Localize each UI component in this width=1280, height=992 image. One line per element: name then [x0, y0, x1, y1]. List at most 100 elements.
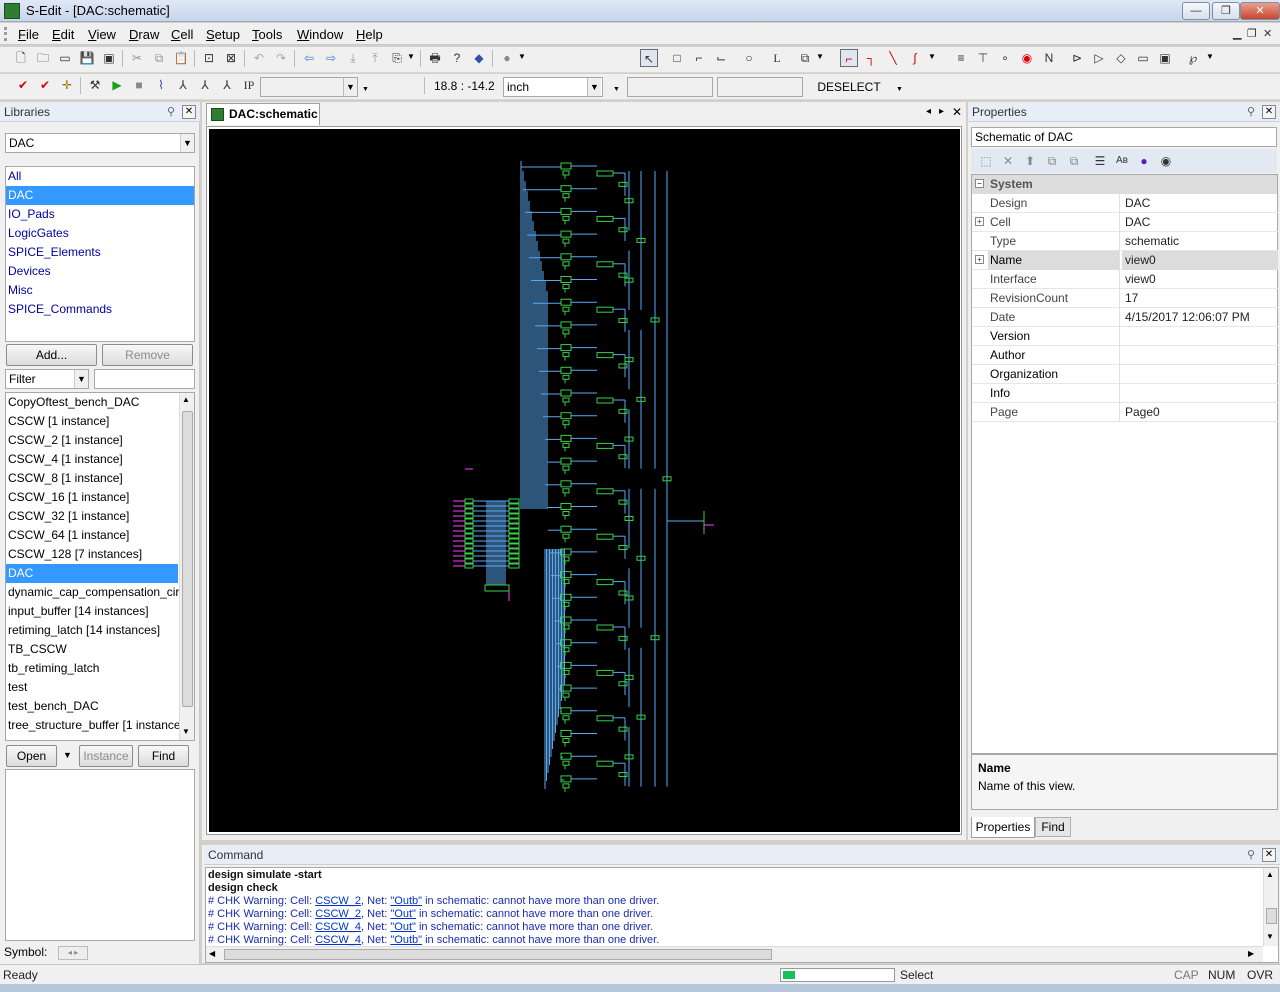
- library-select[interactable]: DAC: [5, 133, 195, 153]
- cell-list-item[interactable]: dynamic_cap_compensation_circuit: [6, 583, 194, 602]
- scroll-down-icon[interactable]: ▼: [182, 727, 190, 736]
- deselect-button[interactable]: DESELECT: [806, 77, 892, 97]
- probe-voltage-icon[interactable]: ⅄: [174, 76, 192, 94]
- cell-list-item[interactable]: CSCW_32 [1 instance]: [6, 507, 178, 526]
- ground-icon[interactable]: ≡: [952, 49, 970, 67]
- menu-tools[interactable]: Tools: [252, 27, 282, 42]
- label-tool-icon[interactable]: L: [768, 49, 786, 67]
- close-button[interactable]: ✕: [1240, 2, 1280, 20]
- cell-list-item[interactable]: test: [6, 678, 178, 697]
- scroll-up-icon[interactable]: ▲: [1266, 870, 1274, 879]
- menu-cell[interactable]: Cell: [171, 27, 193, 42]
- chevron-down-icon[interactable]: ▼: [180, 134, 194, 152]
- scroll-thumb[interactable]: [224, 949, 772, 960]
- open-cell-button[interactable]: Open: [6, 745, 57, 767]
- scroll-left-icon[interactable]: ◀: [209, 949, 215, 958]
- cell-list-scrollbar[interactable]: ▲ ▼: [179, 393, 194, 740]
- chevron-down-icon[interactable]: ▼: [407, 52, 415, 61]
- crosshair-icon[interactable]: ✛: [58, 76, 76, 94]
- library-item[interactable]: All: [6, 167, 194, 186]
- wire-diagonal-icon[interactable]: ╲: [884, 49, 902, 67]
- toolbar-overflow-icon[interactable]: ▼: [896, 86, 903, 93]
- property-field-1[interactable]: [627, 77, 713, 97]
- property-value[interactable]: 4/15/2017 12:06:07 PM: [1122, 308, 1278, 327]
- port-bidir-icon[interactable]: ◇: [1112, 49, 1130, 67]
- library-item[interactable]: SPICE_Commands: [6, 300, 194, 319]
- command-output[interactable]: design simulate -start design check # CHK …: [205, 867, 1279, 963]
- menu-window[interactable]: Window: [297, 27, 343, 42]
- property-value[interactable]: [1122, 384, 1278, 403]
- add-library-button[interactable]: Add...: [6, 344, 97, 366]
- property-value[interactable]: DAC: [1122, 213, 1278, 232]
- library-item[interactable]: Misc: [6, 281, 194, 300]
- pin-icon[interactable]: ⚲: [1244, 848, 1258, 862]
- instance-tool-icon[interactable]: ⧉: [796, 49, 814, 67]
- scroll-thumb[interactable]: [1266, 908, 1277, 924]
- property-row[interactable]: + Cell DAC: [972, 213, 1278, 232]
- mdi-restore-icon[interactable]: ❐: [1247, 27, 1257, 40]
- print-icon[interactable]: 🖶: [426, 49, 444, 67]
- cell-list-item[interactable]: tb_retiming_latch: [6, 659, 178, 678]
- cell-list-item[interactable]: test_bench_DAC: [6, 697, 178, 716]
- toolbar-overflow-icon[interactable]: ▼: [362, 86, 369, 93]
- pin-icon[interactable]: ⚲: [164, 105, 178, 119]
- probe-icon[interactable]: ⌇: [152, 76, 170, 94]
- chevron-down-icon[interactable]: ▼: [518, 52, 526, 61]
- property-value[interactable]: view0: [1122, 251, 1278, 270]
- path-tool-icon[interactable]: ⌙: [712, 49, 730, 67]
- new-property-icon[interactable]: ⬚: [977, 152, 995, 170]
- select-pointer-icon[interactable]: ↖: [640, 49, 658, 67]
- cell-list-item[interactable]: CSCW_4 [1 instance]: [6, 450, 178, 469]
- cell-list-item[interactable]: CopyOftest_bench_DAC: [6, 393, 178, 412]
- port-other-icon[interactable]: ▭: [1134, 49, 1152, 67]
- cell-list-item[interactable]: CSCW_2 [1 instance]: [6, 431, 178, 450]
- check-icon[interactable]: ✔: [14, 76, 32, 94]
- section-system[interactable]: − System: [972, 175, 1277, 194]
- command-vscrollbar[interactable]: ▲ ▼: [1263, 868, 1278, 946]
- library-item[interactable]: Devices: [6, 262, 194, 281]
- open-options-chevron-icon[interactable]: ▼: [63, 750, 72, 760]
- property-row[interactable]: Design DAC: [972, 194, 1278, 213]
- zoom-fit-icon[interactable]: ⊡: [200, 49, 218, 67]
- redo-icon[interactable]: ↷: [272, 49, 290, 67]
- open-folder-icon[interactable]: ▭: [56, 49, 74, 67]
- circle-tool-icon[interactable]: ●: [498, 49, 516, 67]
- net-link[interactable]: "Out": [390, 908, 416, 920]
- polygon-tool-icon[interactable]: ⌐: [690, 49, 708, 67]
- net-link[interactable]: "Out": [390, 921, 416, 933]
- property-row[interactable]: RevisionCount 17: [972, 289, 1278, 308]
- cell-list-item[interactable]: CSCW_64 [1 instance]: [6, 526, 178, 545]
- property-row[interactable]: Version: [972, 327, 1278, 346]
- close-icon[interactable]: ✕: [182, 105, 196, 119]
- chevron-down-icon[interactable]: ▼: [816, 52, 824, 61]
- property-value[interactable]: schematic: [1122, 232, 1278, 251]
- cell-link[interactable]: CSCW_4: [315, 921, 361, 933]
- property-row[interactable]: Type schematic: [972, 232, 1278, 251]
- property-row[interactable]: Interface view0: [972, 270, 1278, 289]
- scroll-thumb[interactable]: [182, 411, 193, 707]
- copy-property-icon[interactable]: ⧉: [1043, 152, 1061, 170]
- new-file-icon[interactable]: 🗋: [12, 49, 30, 67]
- mdi-close-icon[interactable]: ✕: [1263, 27, 1272, 40]
- scroll-right-icon[interactable]: ▶: [1248, 949, 1254, 958]
- schematic-canvas[interactable]: [209, 129, 960, 832]
- scroll-down-icon[interactable]: ▼: [1266, 932, 1274, 941]
- property-row[interactable]: Organization: [972, 365, 1278, 384]
- alphabetical-icon[interactable]: Aʙ: [1113, 152, 1131, 170]
- close-icon[interactable]: ✕: [1262, 105, 1276, 119]
- menu-draw[interactable]: Draw: [129, 27, 159, 42]
- maximize-button[interactable]: ❐: [1212, 2, 1240, 20]
- setup-simulation-icon[interactable]: ⚒: [86, 76, 104, 94]
- cell-link[interactable]: CSCW_4: [315, 934, 361, 946]
- property-value[interactable]: Page0: [1122, 403, 1278, 422]
- tab-properties[interactable]: Properties: [971, 817, 1035, 838]
- menu-setup[interactable]: Setup: [206, 27, 240, 42]
- menu-view[interactable]: View: [88, 27, 116, 42]
- tab-scroll-left-icon[interactable]: ◂: [926, 106, 931, 117]
- open-file-icon[interactable]: 🗀: [34, 49, 52, 67]
- port-in-icon[interactable]: ⊳: [1068, 49, 1086, 67]
- probe-current-icon[interactable]: ⅄: [196, 76, 214, 94]
- toolbar-overflow-icon[interactable]: ▼: [613, 86, 620, 93]
- cell-list-item[interactable]: CSCW_16 [1 instance]: [6, 488, 178, 507]
- tab-dac-schematic[interactable]: DAC:schematic: [206, 103, 320, 125]
